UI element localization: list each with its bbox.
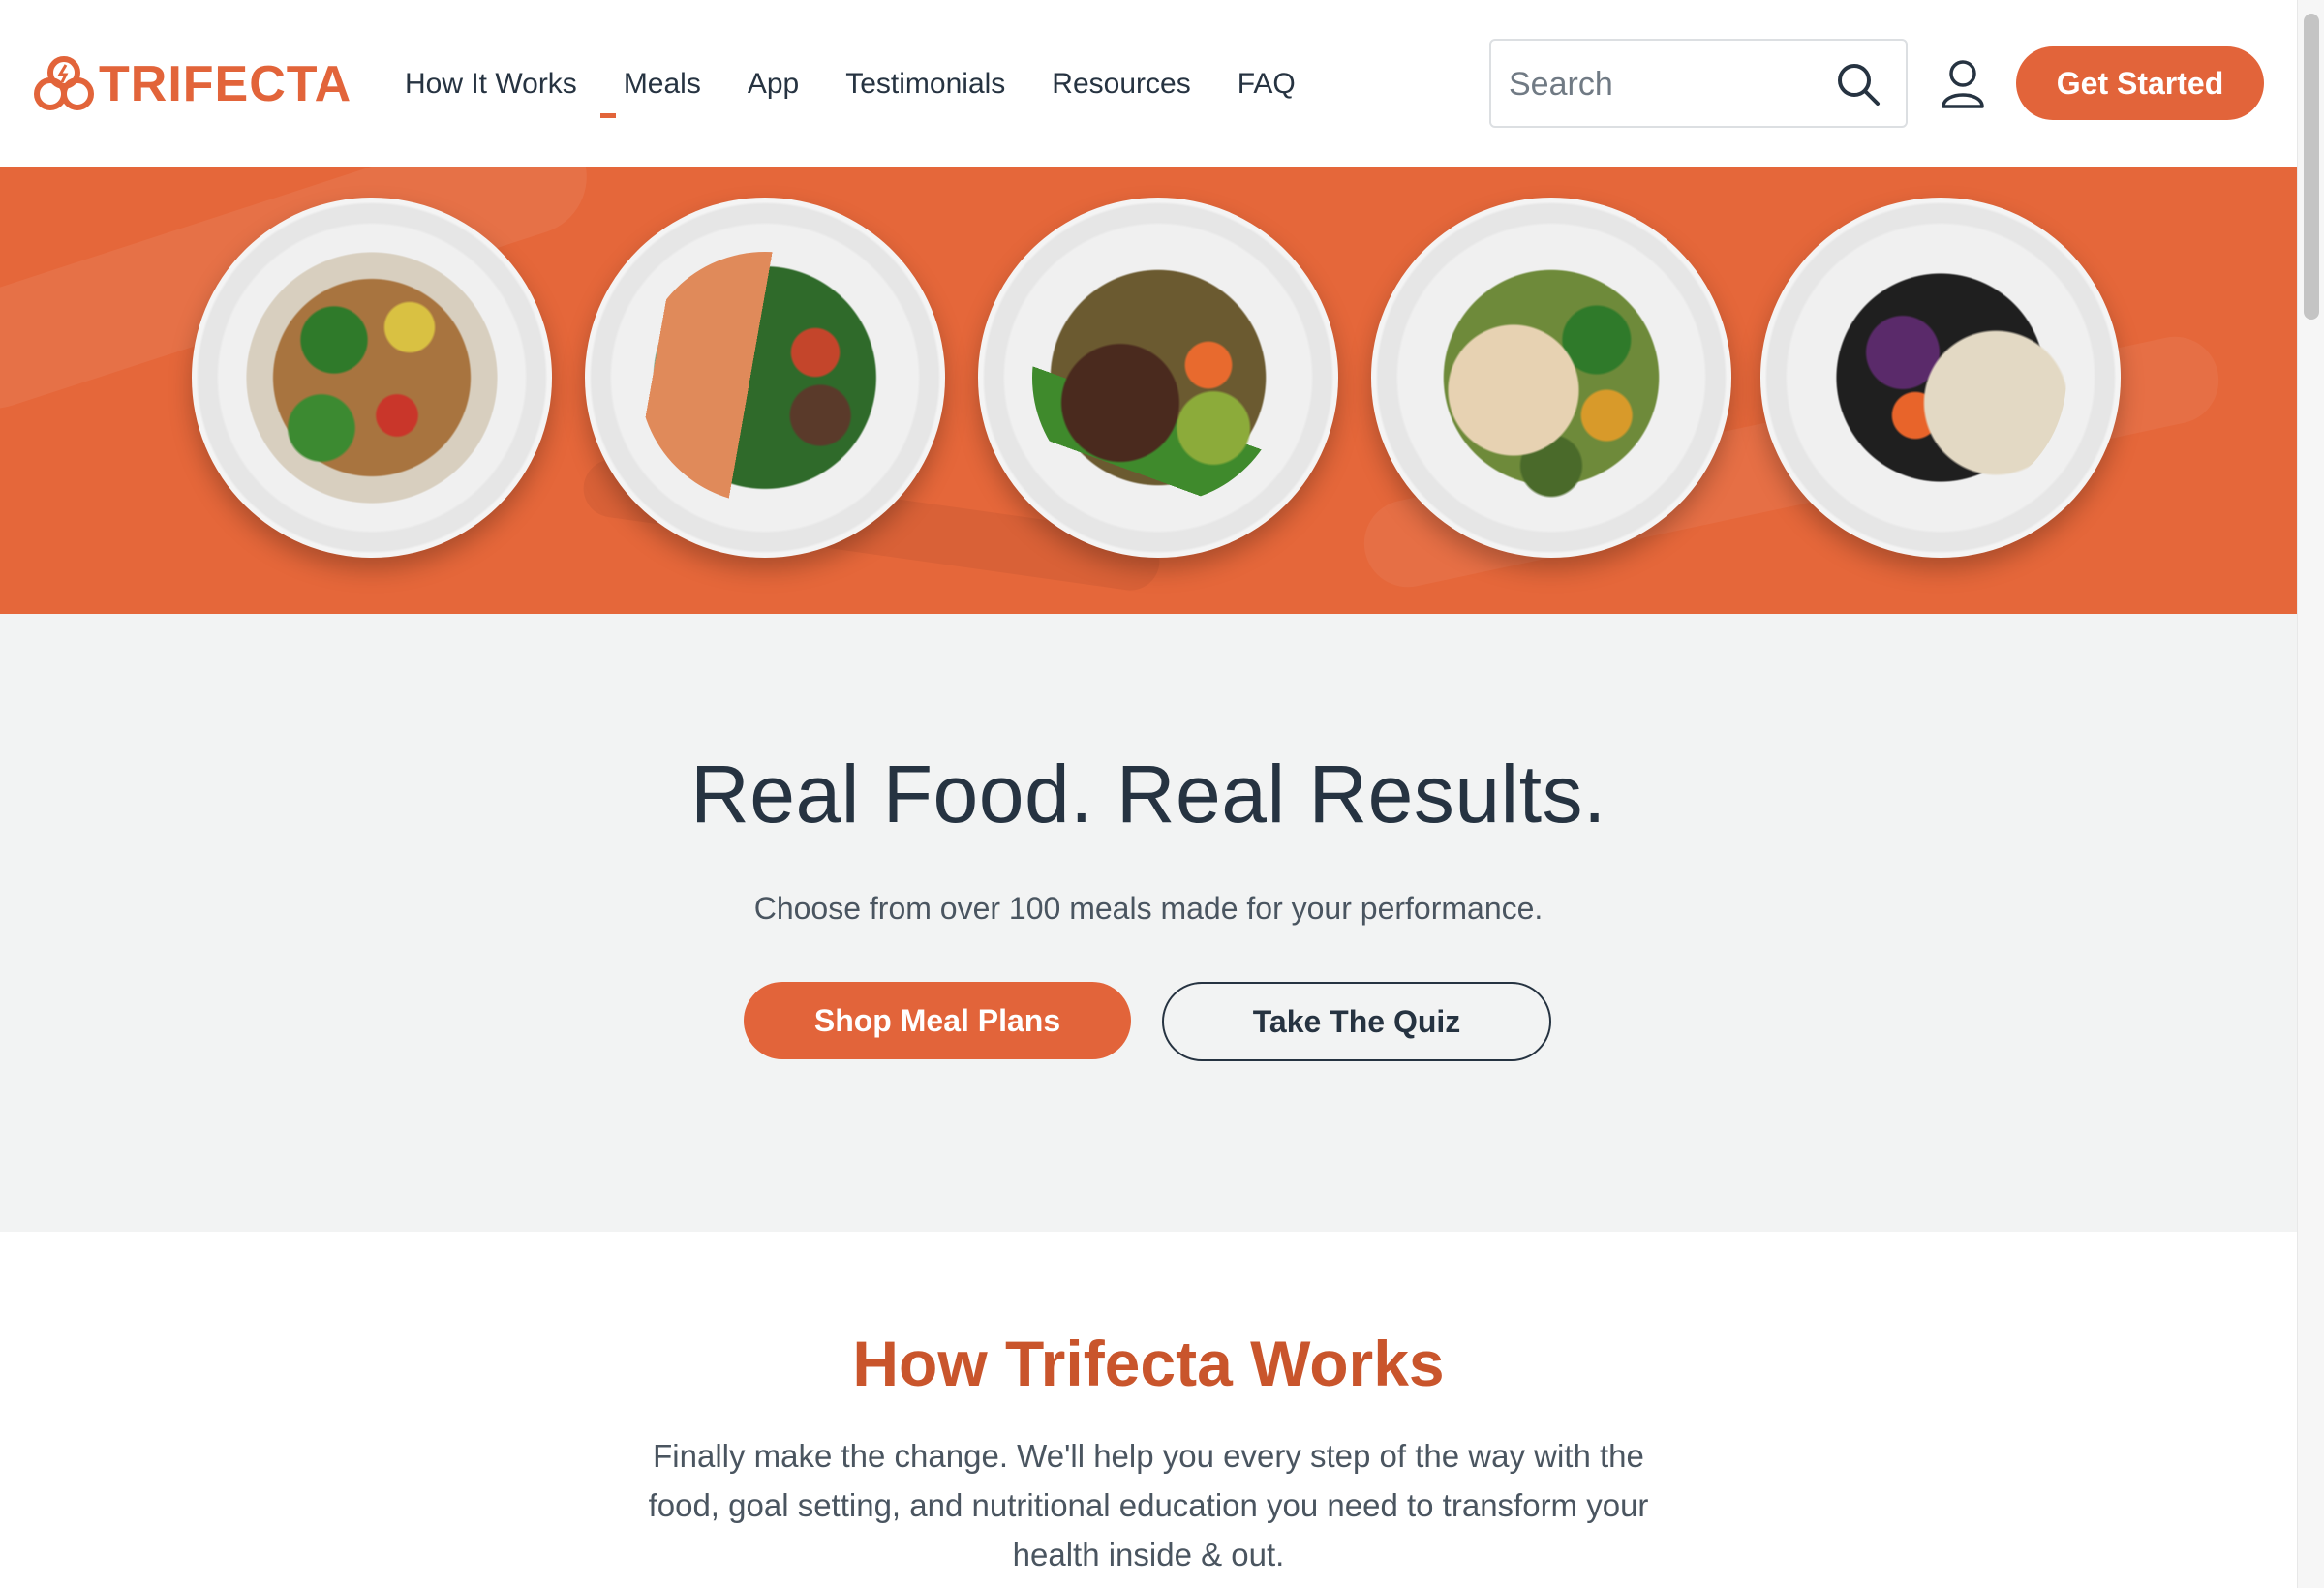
chicken-stir-fry-plate <box>192 198 552 558</box>
trifecta-logo-icon <box>34 56 94 110</box>
how-it-works-description: Finally make the change. We'll help you … <box>648 1438 1649 1573</box>
shop-meal-plans-button[interactable]: Shop Meal Plans <box>744 982 1131 1059</box>
nav-item-app[interactable]: App <box>748 60 799 108</box>
main-nav: How It Works Meals App Testimonials Reso… <box>405 60 1342 118</box>
steak-green-beans-plate <box>978 198 1338 558</box>
nav-item-faq[interactable]: FAQ <box>1238 60 1296 108</box>
grilled-chicken-vegetables-plate <box>1371 198 1731 558</box>
site-header: TRIFECTA How It Works Meals App Testimon… <box>0 0 2297 167</box>
take-the-quiz-button[interactable]: Take The Quiz <box>1162 982 1551 1061</box>
scrollbar-thumb[interactable] <box>2304 14 2319 320</box>
get-started-button[interactable]: Get Started <box>2016 46 2264 120</box>
search-icon[interactable] <box>1834 60 1882 108</box>
nav-item-how-it-works[interactable]: How It Works <box>405 60 577 108</box>
hero-section: Real Food. Real Results. Choose from ove… <box>0 614 2297 1232</box>
user-account-icon[interactable] <box>1939 58 1987 110</box>
how-it-works-section: How Trifecta Works Finally make the chan… <box>0 1232 2297 1588</box>
black-bean-rice-plate <box>1760 198 2121 558</box>
how-it-works-title: How Trifecta Works <box>852 1328 1445 1399</box>
search-input[interactable] <box>1509 58 1828 110</box>
page-scrollbar[interactable] <box>2297 0 2324 1588</box>
nav-item-testimonials[interactable]: Testimonials <box>845 60 1005 108</box>
nav-item-meals[interactable]: Meals <box>599 60 701 118</box>
search-box <box>1489 39 1908 128</box>
hero-headline: Real Food. Real Results. <box>690 748 1606 840</box>
hero-banner <box>0 167 2297 614</box>
nav-item-resources[interactable]: Resources <box>1052 60 1190 108</box>
salmon-vegetables-plate <box>585 198 945 558</box>
brand-name: TRIFECTA <box>99 56 352 112</box>
hero-subline: Choose from over 100 meals made for your… <box>753 891 1544 926</box>
trifecta-logo[interactable]: TRIFECTA <box>31 50 352 118</box>
